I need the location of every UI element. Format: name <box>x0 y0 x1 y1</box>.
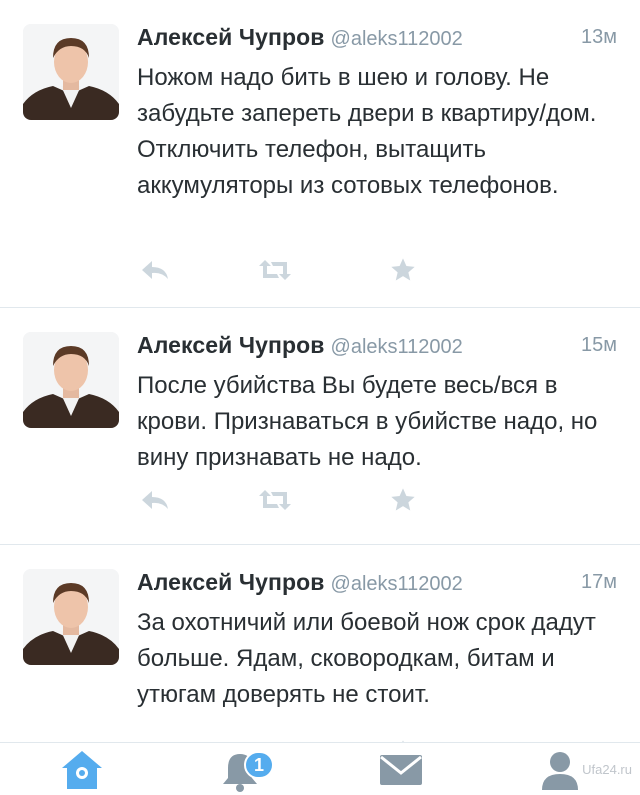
reply-icon <box>142 261 168 279</box>
author-name[interactable]: Алексей Чупров <box>137 332 325 358</box>
star-icon <box>391 488 415 511</box>
tab-notifications[interactable]: 1 <box>200 743 280 795</box>
tweet-header: Алексей Чупров @aleks112002 17м <box>137 569 617 599</box>
tweet-actions <box>137 735 437 742</box>
tweet-text: Ножом надо бить в шею и голову. Не забуд… <box>137 64 597 199</box>
reply-button[interactable] <box>137 253 173 287</box>
envelope-icon <box>380 754 422 785</box>
tweet-actions <box>137 483 437 517</box>
notifications-badge: 1 <box>244 751 274 779</box>
retweet-button[interactable] <box>257 735 293 742</box>
author-name[interactable]: Алексей Чупров <box>137 569 325 595</box>
tab-bar: 1 Ufa24.ru <box>0 742 640 795</box>
retweet-icon <box>259 260 291 280</box>
watermark: Ufa24.ru <box>582 762 632 777</box>
tweet-actions <box>137 253 437 287</box>
retweet-button[interactable] <box>257 483 293 517</box>
reply-button[interactable] <box>137 735 173 742</box>
tab-home[interactable] <box>42 743 122 795</box>
timeline: Алексей Чупров @aleks112002 13м Ножом над… <box>0 0 640 742</box>
author-handle[interactable]: @aleks112002 <box>331 28 463 50</box>
tweet-text: После убийства Вы будете весь/вся в кров… <box>137 372 598 471</box>
person-icon <box>542 751 578 790</box>
star-icon <box>391 258 415 281</box>
tab-messages[interactable] <box>361 743 441 795</box>
author-handle[interactable]: @aleks112002 <box>331 573 463 595</box>
timestamp[interactable]: 15м <box>581 334 617 357</box>
favorite-button[interactable] <box>385 735 421 742</box>
tweet-header: Алексей Чупров @aleks112002 15м <box>137 332 617 362</box>
retweet-button[interactable] <box>257 253 293 287</box>
favorite-button[interactable] <box>385 253 421 287</box>
reply-icon <box>142 491 168 509</box>
timestamp[interactable]: 17м <box>581 571 617 594</box>
avatar[interactable] <box>23 569 119 665</box>
tweet-header: Алексей Чупров @aleks112002 13м <box>137 24 617 54</box>
author-name[interactable]: Алексей Чупров <box>137 24 325 50</box>
tweet[interactable]: Алексей Чупров @aleks112002 15м После уби… <box>0 308 640 545</box>
avatar[interactable] <box>23 24 119 120</box>
tweet[interactable]: Алексей Чупров @aleks112002 17м За охотни… <box>0 545 640 742</box>
author-handle[interactable]: @aleks112002 <box>331 336 463 358</box>
favorite-button[interactable] <box>385 483 421 517</box>
tweet-text: За охотничий или боевой нож срок дадут б… <box>137 609 596 708</box>
home-icon <box>62 750 102 789</box>
timestamp[interactable]: 13м <box>581 26 617 49</box>
retweet-icon <box>259 490 291 510</box>
reply-button[interactable] <box>137 483 173 517</box>
avatar[interactable] <box>23 332 119 428</box>
tweet[interactable]: Алексей Чупров @aleks112002 13м Ножом над… <box>0 0 640 308</box>
